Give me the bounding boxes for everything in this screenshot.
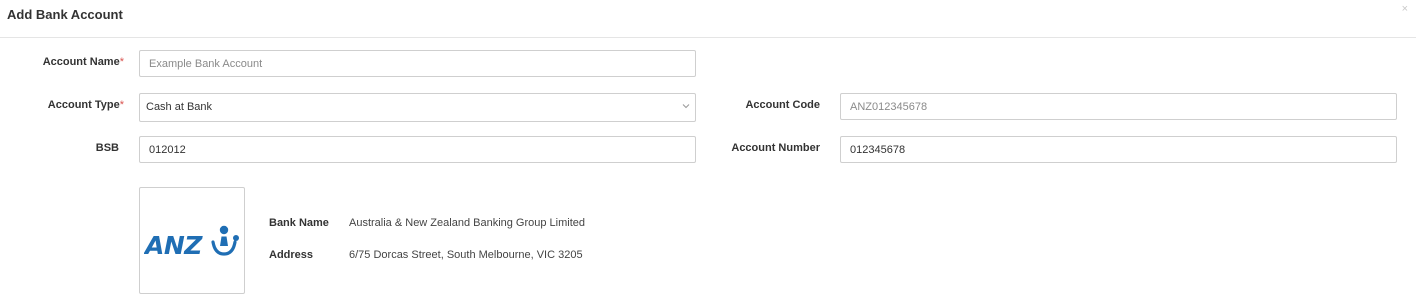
bank-name-value: Australia & New Zealand Banking Group Li… bbox=[349, 217, 586, 229]
account-name-label-text: Account Name bbox=[42, 56, 120, 68]
anz-logo-text: ANZ bbox=[144, 231, 203, 258]
address-label: Address bbox=[269, 249, 314, 261]
required-asterisk: * bbox=[119, 99, 124, 111]
account-number-input[interactable] bbox=[840, 136, 1397, 163]
account-name-input[interactable] bbox=[139, 50, 696, 77]
address-value: 6/75 Dorcas Street, South Melbourne, VIC… bbox=[349, 249, 583, 261]
dialog-title: Add Bank Account bbox=[7, 7, 123, 22]
account-number-label-text: Account Number bbox=[731, 142, 820, 154]
close-icon[interactable]: × bbox=[1402, 2, 1408, 16]
bsb-input[interactable] bbox=[139, 136, 696, 163]
account-code-input[interactable] bbox=[840, 93, 1397, 120]
bsb-label: BSB bbox=[30, 135, 119, 162]
bank-logo-frame: ANZ bbox=[139, 187, 245, 294]
chevron-down-icon bbox=[682, 104, 690, 109]
account-type-select[interactable]: Cash at Bank bbox=[139, 93, 696, 122]
account-number-label: Account Number bbox=[700, 135, 820, 162]
account-code-label: Account Code bbox=[700, 92, 820, 119]
bsb-label-text: BSB bbox=[95, 142, 119, 154]
required-asterisk: * bbox=[119, 56, 124, 68]
account-type-label-text: Account Type bbox=[47, 99, 120, 111]
account-name-label: Account Name* bbox=[30, 49, 124, 76]
bank-name-label: Bank Name bbox=[269, 217, 329, 229]
account-type-value: Cash at Bank bbox=[146, 101, 213, 113]
dialog-header: Add Bank Account × bbox=[0, 0, 1416, 38]
account-code-label-text: Account Code bbox=[745, 99, 820, 111]
account-type-label: Account Type* bbox=[30, 92, 124, 119]
anz-logo: ANZ bbox=[144, 225, 239, 258]
